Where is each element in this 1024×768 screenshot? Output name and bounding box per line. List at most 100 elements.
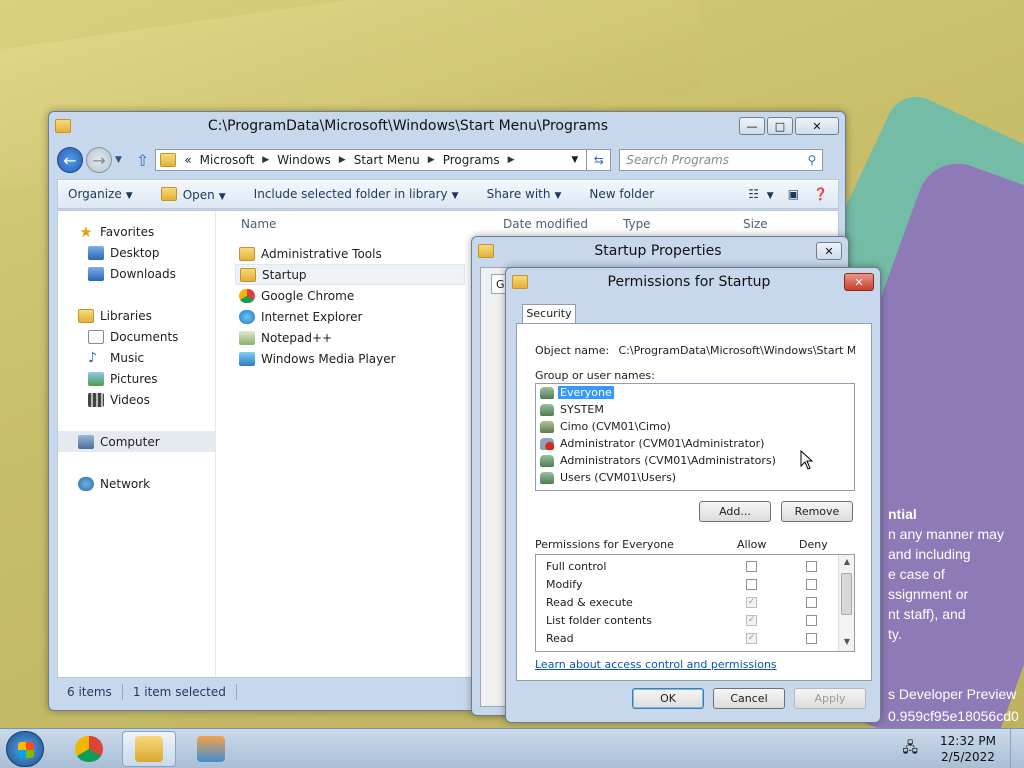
nav-music[interactable]: ♪ Music	[58, 347, 215, 368]
nav-network[interactable]: Network	[58, 473, 215, 494]
window-title: C:\ProgramData\Microsoft\Windows\Start M…	[207, 118, 609, 134]
taskbar-explorer[interactable]	[122, 731, 176, 767]
up-arrow-icon[interactable]: ⇧	[136, 151, 149, 170]
scroll-up-icon[interactable]: ▲	[839, 557, 854, 571]
folder-icon	[239, 246, 255, 261]
maximize-button[interactable]: □	[767, 117, 793, 135]
remove-button[interactable]: Remove	[781, 501, 853, 522]
taskbar-media-player[interactable]	[184, 731, 238, 767]
clock[interactable]: 12:32 PM 2/5/2022	[932, 733, 1004, 765]
recent-pages-dropdown[interactable]: ▼	[115, 155, 122, 165]
deny-checkbox[interactable]	[806, 579, 817, 590]
column-header-date[interactable]: Date modified	[503, 217, 588, 235]
open-button[interactable]: Open ▼	[160, 186, 226, 202]
permissions-titlebar[interactable]: Permissions for Startup ✕	[506, 268, 880, 296]
taskbar-chrome[interactable]	[62, 731, 116, 767]
file-item[interactable]: Startup	[235, 264, 465, 285]
chevron-right-icon[interactable]: ▶	[262, 155, 269, 165]
column-header-name[interactable]: Name	[241, 217, 276, 235]
allow-checkbox-inherited: ✓	[746, 597, 757, 608]
command-bar: Organize ▼ Open ▼ Include selected folder …	[57, 179, 839, 209]
close-button[interactable]: ✕	[795, 117, 839, 135]
user-list[interactable]: Everyone SYSTEM Cimo (CVM01\Cimo) Admini…	[535, 383, 855, 491]
nav-computer[interactable]: Computer	[58, 431, 215, 452]
organize-button[interactable]: Organize ▼	[68, 187, 133, 201]
nav-pictures[interactable]: Pictures	[58, 368, 215, 389]
share-with-button[interactable]: Share with ▼	[487, 187, 562, 201]
column-header-type[interactable]: Type	[623, 217, 651, 235]
nav-libraries[interactable]: Libraries	[58, 305, 215, 326]
address-bar[interactable]: « Microsoft ▶ Windows ▶ Start Menu ▶ Progra…	[155, 149, 588, 171]
add-button[interactable]: Add...	[699, 501, 771, 522]
properties-titlebar[interactable]: Startup Properties ✕	[472, 237, 848, 265]
new-folder-button[interactable]: New folder	[589, 187, 654, 201]
chevron-right-icon[interactable]: ▶	[508, 155, 515, 165]
groups-label: Group or user names:	[535, 369, 655, 382]
start-button[interactable]	[6, 731, 44, 767]
list-item[interactable]: Everyone	[536, 384, 854, 401]
nav-label: Favorites	[100, 224, 155, 239]
permissions-body: Security Object name: C:\ProgramData\Mic…	[514, 300, 872, 684]
nav-downloads[interactable]: Downloads	[58, 263, 215, 284]
allow-checkbox[interactable]	[746, 561, 757, 572]
computer-icon	[78, 434, 94, 449]
ok-button[interactable]: OK	[632, 688, 704, 709]
deny-checkbox[interactable]	[806, 633, 817, 644]
deny-checkbox[interactable]	[806, 615, 817, 626]
desktop-icon	[88, 245, 104, 260]
search-icon[interactable]: ⚲	[808, 153, 817, 167]
watermark-line: nt staff), and	[888, 606, 966, 622]
close-button[interactable]: ✕	[816, 242, 842, 260]
list-item[interactable]: Cimo (CVM01\Cimo)	[536, 418, 854, 435]
tab-security[interactable]: Security	[522, 304, 576, 324]
nav-documents[interactable]: Documents	[58, 326, 215, 347]
preview-pane-icon[interactable]: ▣	[788, 187, 799, 201]
scroll-down-icon[interactable]: ▼	[839, 637, 854, 651]
address-dropdown[interactable]: ▼	[571, 155, 578, 165]
network-status-icon[interactable]: 🖧	[902, 737, 918, 761]
breadcrumb-item[interactable]: Windows	[277, 153, 331, 167]
breadcrumb-item[interactable]: Programs	[443, 153, 500, 167]
cancel-button[interactable]: Cancel	[713, 688, 785, 709]
allow-checkbox[interactable]	[746, 579, 757, 590]
forward-button[interactable]: →	[86, 147, 112, 173]
view-options-icon[interactable]: ☷ ▼	[748, 187, 774, 201]
chevron-right-icon[interactable]: ▶	[428, 155, 435, 165]
close-button[interactable]: ✕	[844, 273, 874, 291]
file-item[interactable]: Internet Explorer	[235, 306, 465, 327]
back-button[interactable]: ←	[57, 147, 83, 173]
help-icon[interactable]: ❓	[813, 187, 828, 201]
file-item[interactable]: Google Chrome	[235, 285, 465, 306]
column-header-size[interactable]: Size	[743, 217, 768, 235]
breadcrumb-item[interactable]: Start Menu	[354, 153, 420, 167]
file-item[interactable]: Windows Media Player	[235, 348, 465, 369]
list-item[interactable]: SYSTEM	[536, 401, 854, 418]
nav-videos[interactable]: Videos	[58, 389, 215, 410]
nav-favorites[interactable]: ★ Favorites	[58, 221, 215, 242]
file-item[interactable]: Notepad++	[235, 327, 465, 348]
address-overflow[interactable]: «	[184, 153, 191, 167]
folder-icon	[160, 153, 177, 167]
permissions-scrollbar[interactable]: ▲ ▼	[838, 555, 854, 651]
search-input[interactable]: Search Programs ⚲	[619, 149, 824, 171]
refresh-button[interactable]: ⇆	[587, 149, 612, 171]
watermark-line: ty.	[888, 626, 902, 642]
deny-checkbox[interactable]	[806, 597, 817, 608]
nav-desktop[interactable]: Desktop	[58, 242, 215, 263]
list-item[interactable]: Users (CVM01\Users)	[536, 469, 854, 486]
minimize-button[interactable]: —	[739, 117, 765, 135]
breadcrumb-item[interactable]: Microsoft	[200, 153, 255, 167]
permission-row: Modify	[546, 575, 842, 593]
permission-name: Full control	[546, 559, 607, 573]
include-library-button[interactable]: Include selected folder in library ▼	[254, 187, 459, 201]
permission-row: Read	[546, 629, 842, 647]
file-item[interactable]: Administrative Tools	[235, 243, 465, 264]
nav-label: Desktop	[110, 245, 160, 260]
chevron-right-icon[interactable]: ▶	[339, 155, 346, 165]
deny-checkbox[interactable]	[806, 561, 817, 572]
watermark-line: ntial	[888, 506, 917, 522]
scroll-thumb[interactable]	[841, 573, 852, 615]
explorer-titlebar[interactable]: C:\ProgramData\Microsoft\Windows\Start M…	[49, 112, 845, 140]
access-control-help-link[interactable]: Learn about access control and permissio…	[535, 658, 777, 671]
show-desktop-button[interactable]	[1010, 729, 1024, 768]
